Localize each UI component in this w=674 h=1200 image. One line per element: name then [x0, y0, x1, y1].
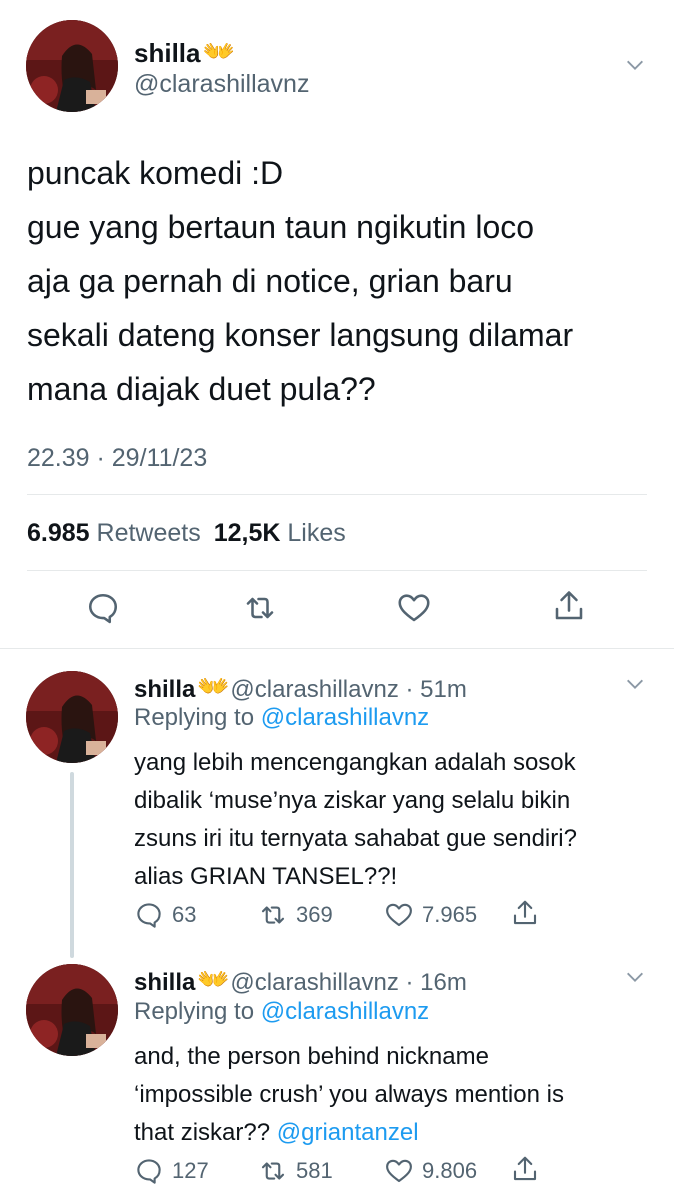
reply-icon[interactable]: [85, 590, 121, 626]
reply-text: yang lebih mencengangkan adalah sosok di…: [134, 744, 577, 896]
reply-line: alias GRIAN TANSEL??!: [134, 863, 398, 890]
reply-header: shilla👐 @clarashillavnz · 16m: [134, 964, 467, 997]
like-icon: [386, 903, 412, 927]
like-icon[interactable]: [396, 590, 432, 626]
share-icon[interactable]: [551, 588, 587, 624]
likes-count[interactable]: 12,5K: [214, 519, 281, 547]
like-count: 7.965: [422, 902, 478, 927]
tweet-line: aja ga pernah di notice, grian baru: [27, 263, 513, 299]
reply-icon: [137, 903, 161, 928]
like-button[interactable]: 7.965: [384, 900, 477, 930]
profile-photo: [26, 671, 118, 763]
heart-hands-icon: 👐: [197, 671, 229, 701]
display-name-text: shilla: [134, 38, 201, 68]
handle[interactable]: @clarashillavnz: [134, 70, 309, 99]
timestamp[interactable]: 22.39 · 29/11/23: [27, 444, 207, 473]
retweet-icon: [261, 1162, 285, 1180]
chevron-down-icon[interactable]: [624, 54, 646, 76]
tweet-text: puncak komedi :D gue yang bertaun taun n…: [27, 146, 573, 416]
reply-line-text: that ziskar??: [134, 1119, 271, 1146]
divider: [0, 648, 674, 649]
profile-photo: [26, 20, 118, 112]
chevron-down-icon[interactable]: [624, 966, 646, 988]
replying-to: Replying to @clarashillavnz: [134, 704, 429, 732]
reply-button[interactable]: 63: [134, 900, 196, 930]
chevron-down-icon[interactable]: [624, 673, 646, 695]
handle[interactable]: @clarashillavnz: [230, 969, 398, 996]
retweet-icon[interactable]: [242, 590, 278, 626]
retweets-count[interactable]: 6.985: [27, 519, 90, 547]
likes-label[interactable]: Likes: [287, 519, 345, 547]
divider: [27, 570, 647, 571]
retweets-label[interactable]: Retweets: [97, 519, 201, 547]
like-icon: [386, 1159, 412, 1183]
retweet-button[interactable]: 369: [258, 900, 333, 930]
like-button[interactable]: 9.806: [384, 1156, 477, 1186]
reply-line: yang lebih mencengangkan adalah sosok: [134, 749, 576, 776]
reply-button[interactable]: 127: [134, 1156, 209, 1186]
retweet-count: 581: [296, 1158, 333, 1183]
tweet-line: sekali dateng konser langsung dilamar: [27, 317, 574, 353]
reply-time[interactable]: · 51m: [406, 676, 467, 703]
reply-line: and, the person behind nickname: [134, 1043, 489, 1070]
reply-header: shilla👐 @clarashillavnz · 51m: [134, 671, 467, 704]
retweet-button[interactable]: 581: [258, 1156, 333, 1186]
avatar[interactable]: [26, 20, 118, 112]
reply-icon: [137, 1159, 161, 1184]
reply-count: 127: [172, 1158, 209, 1183]
reply-text: and, the person behind nickname ‘impossi…: [134, 1038, 564, 1152]
mention-link[interactable]: @griantanzel: [277, 1119, 419, 1146]
share-icon[interactable]: [510, 1154, 540, 1184]
retweet-count: 369: [296, 902, 333, 927]
replying-to: Replying to @clarashillavnz: [134, 998, 429, 1026]
reply-line: dibalik ‘muse’nya ziskar yang selalu bik…: [134, 787, 571, 814]
engagement-stats: 6.985 Retweets 12,5K Likes: [27, 519, 346, 548]
reply-line: ‘impossible crush’ you always mention is: [134, 1081, 564, 1108]
heart-hands-icon: 👐: [197, 964, 229, 994]
reply-time[interactable]: · 16m: [406, 969, 467, 996]
display-name[interactable]: shilla👐: [134, 36, 235, 69]
handle[interactable]: @clarashillavnz: [230, 676, 398, 703]
reply-line: zsuns iri itu ternyata sahabat gue sendi…: [134, 825, 577, 852]
thread-line: [70, 772, 74, 958]
avatar[interactable]: [26, 671, 118, 763]
divider: [27, 494, 647, 495]
display-name[interactable]: shilla: [134, 676, 195, 703]
share-icon[interactable]: [510, 898, 540, 928]
reply-line: that ziskar?? @griantanzel: [134, 1114, 564, 1152]
heart-hands-icon: 👐: [202, 36, 234, 66]
replying-prefix: Replying to: [134, 998, 255, 1025]
profile-photo: [26, 964, 118, 1056]
tweet-line: gue yang bertaun taun ngikutin loco: [27, 209, 535, 245]
reply-count: 63: [172, 902, 197, 927]
tweet-line: puncak komedi :D: [27, 155, 284, 191]
replying-prefix: Replying to: [134, 704, 255, 731]
tweet-line: mana diajak duet pula??: [27, 371, 376, 407]
display-name[interactable]: shilla: [134, 969, 195, 996]
replying-handle[interactable]: @clarashillavnz: [261, 998, 429, 1025]
like-count: 9.806: [422, 1158, 478, 1183]
retweet-icon: [261, 906, 285, 924]
replying-handle[interactable]: @clarashillavnz: [261, 704, 429, 731]
avatar[interactable]: [26, 964, 118, 1056]
